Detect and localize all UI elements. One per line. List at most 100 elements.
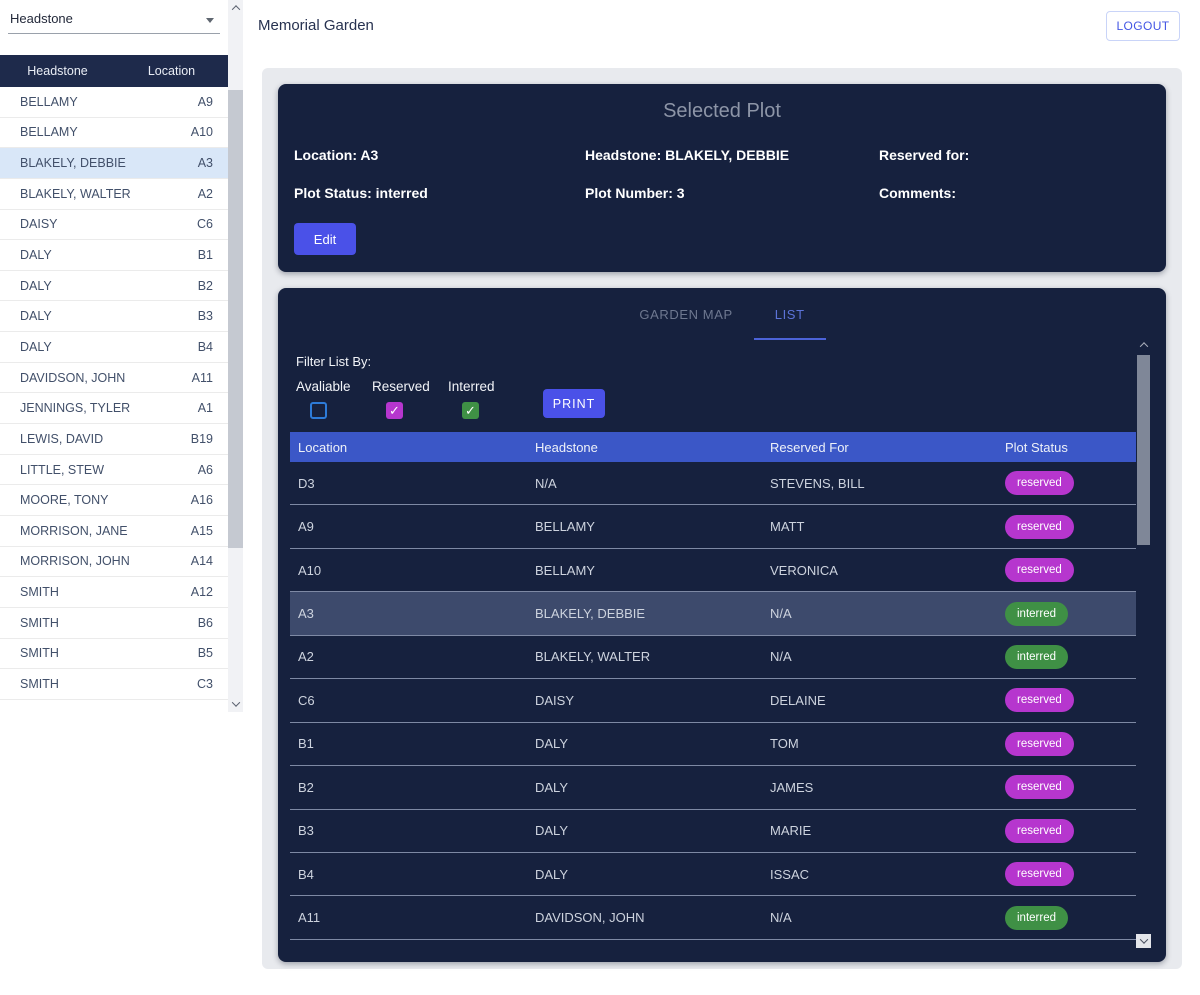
- sidebar-header-headstone[interactable]: Headstone: [0, 64, 115, 78]
- sidebar-table-header: Headstone Location: [0, 55, 228, 87]
- sidebar-row-location: A16: [190, 493, 213, 508]
- sidebar-table-row[interactable]: BLAKELY, DEBBIE A3: [0, 148, 228, 179]
- table-row[interactable]: D3 N/A STEVENS, BILL reserved: [290, 462, 1136, 506]
- sidebar-scrollbar-thumb[interactable]: [228, 90, 243, 548]
- cell-reserved-for: N/A: [770, 910, 792, 926]
- cell-location: A11: [298, 910, 321, 926]
- table-row[interactable]: A11 DAVIDSON, JOHN N/A interred: [290, 896, 1136, 940]
- selected-plot-location: Location: A3: [294, 147, 379, 163]
- scroll-down-icon[interactable]: [228, 696, 243, 712]
- sidebar-table-row[interactable]: LITTLE, STEW A6: [0, 454, 228, 486]
- sidebar-row-list: BELLAMY A9 BELLAMY A10 BLAKELY, DEBBIE A…: [0, 87, 228, 700]
- cell-reserved-for: MARIE: [770, 823, 812, 839]
- scroll-up-icon[interactable]: [228, 0, 243, 16]
- cell-reserved-for: N/A: [770, 606, 792, 622]
- cell-location: B2: [298, 779, 314, 795]
- col-plot-status: Plot Status: [1005, 439, 1068, 455]
- sidebar-table-row[interactable]: SMITH C3: [0, 669, 228, 700]
- edit-button[interactable]: Edit: [294, 223, 356, 255]
- selected-plot-details: Location: A3 Headstone: BLAKELY, DEBBIE …: [294, 147, 1150, 223]
- cell-location: A9: [298, 519, 314, 535]
- scroll-up-icon[interactable]: [1136, 337, 1151, 353]
- sidebar-row-location: A3: [197, 156, 213, 171]
- cell-location: A10: [298, 562, 322, 578]
- status-badge: reserved: [1005, 818, 1074, 843]
- status-badge: interred: [1005, 644, 1068, 669]
- logout-button[interactable]: LOGOUT: [1106, 11, 1180, 41]
- cell-headstone: DALY: [535, 823, 568, 839]
- sidebar-table-row[interactable]: LEWIS, DAVID B19: [0, 424, 228, 455]
- sidebar-row-headstone: SMITH: [20, 615, 59, 630]
- sidebar-table-row[interactable]: DALY B3: [0, 301, 228, 333]
- sort-by-dropdown[interactable]: Headstone: [8, 5, 220, 34]
- table-row[interactable]: B1 DALY TOM reserved: [290, 723, 1136, 767]
- sidebar-row-headstone: MORRISON, JOHN: [20, 554, 130, 569]
- tab-bar: GARDEN MAP LIST: [278, 288, 1166, 340]
- sidebar-table-row[interactable]: SMITH B6: [0, 607, 228, 639]
- status-badge: interred: [1005, 905, 1068, 930]
- sidebar-table-row[interactable]: SMITH A12: [0, 577, 228, 608]
- sidebar-row-headstone: DALY: [20, 309, 52, 324]
- scroll-down-icon[interactable]: [1136, 934, 1151, 948]
- sidebar-header-location[interactable]: Location: [115, 64, 228, 78]
- sidebar-table-row[interactable]: MOORE, TONY A16: [0, 485, 228, 516]
- table-row[interactable]: A10 BELLAMY VERONICA reserved: [290, 549, 1136, 593]
- filter-checkbox[interactable]: [310, 402, 327, 419]
- sidebar-table-row[interactable]: MORRISON, JANE A15: [0, 515, 228, 547]
- tab-garden-map[interactable]: GARDEN MAP: [618, 288, 753, 340]
- tab-list-label: LIST: [774, 306, 805, 322]
- sidebar-row-headstone: SMITH: [20, 676, 59, 691]
- sidebar-table-row[interactable]: JENNINGS, TYLER A1: [0, 393, 228, 425]
- status-badge: reserved: [1005, 514, 1074, 539]
- sidebar-scrollbar[interactable]: [228, 0, 243, 712]
- cell-location: D3: [298, 475, 315, 491]
- cell-reserved-for: JAMES: [770, 779, 814, 795]
- sidebar-row-headstone: BLAKELY, WALTER: [20, 186, 131, 201]
- cell-headstone: DALY: [535, 736, 568, 752]
- selected-plot-title: Selected Plot: [663, 100, 781, 122]
- status-badge: reserved: [1005, 688, 1074, 713]
- sidebar-table-row[interactable]: DAISY C6: [0, 209, 228, 241]
- sidebar-table-row[interactable]: DALY B2: [0, 270, 228, 302]
- sidebar-row-headstone: SMITH: [20, 585, 59, 600]
- table-row[interactable]: A9 BELLAMY MATT reserved: [290, 505, 1136, 549]
- list-scrollbar-thumb[interactable]: [1137, 355, 1150, 545]
- print-button[interactable]: PRINT: [543, 389, 605, 418]
- cell-location: A2: [298, 649, 314, 665]
- list-scrollbar[interactable]: [1136, 337, 1151, 948]
- sidebar-row-headstone: MORRISON, JANE: [20, 523, 128, 538]
- status-badge: interred: [1005, 601, 1068, 626]
- table-row[interactable]: B2 DALY JAMES reserved: [290, 766, 1136, 810]
- sidebar-table-row[interactable]: BELLAMY A9: [0, 87, 228, 118]
- cell-reserved-for: VERONICA: [770, 562, 838, 578]
- cell-location: C6: [298, 692, 315, 708]
- sidebar-row-headstone: DAVIDSON, JOHN: [20, 370, 126, 385]
- content-panel: Selected Plot Location: A3 Headstone: BL…: [262, 68, 1182, 969]
- sidebar-row-location: B5: [197, 646, 213, 661]
- sidebar-row-location: C6: [197, 217, 213, 232]
- selected-plot-reserved-for: Reserved for:: [879, 147, 970, 163]
- list-table-body: D3 N/A STEVENS, BILL reserved A9 BELLAMY…: [290, 462, 1136, 940]
- filter-option: Avaliable: [296, 379, 372, 419]
- chevron-down-icon: [206, 18, 214, 23]
- sidebar-table-row[interactable]: DALY B1: [0, 240, 228, 271]
- table-row[interactable]: A3 BLAKELY, DEBBIE N/A interred: [290, 592, 1136, 636]
- filter-checkbox[interactable]: ✓: [462, 402, 479, 419]
- sidebar-table-row[interactable]: SMITH B5: [0, 638, 228, 670]
- table-row[interactable]: C6 DAISY DELAINE reserved: [290, 679, 1136, 723]
- sidebar-table-row[interactable]: BLAKELY, WALTER A2: [0, 178, 228, 210]
- sidebar-table-row[interactable]: DALY B4: [0, 332, 228, 363]
- table-row[interactable]: A2 BLAKELY, WALTER N/A interred: [290, 636, 1136, 680]
- plot-list-card: GARDEN MAP LIST Filter List By: Avaliabl…: [278, 288, 1166, 962]
- cell-headstone: BELLAMY: [535, 562, 595, 578]
- filter-checkbox[interactable]: ✓: [386, 402, 403, 419]
- selected-plot-status: Plot Status: interred: [294, 185, 428, 201]
- status-badge: reserved: [1005, 775, 1074, 800]
- tab-list[interactable]: LIST: [753, 288, 826, 340]
- sidebar-row-location: A14: [190, 554, 213, 569]
- sidebar-table-row[interactable]: BELLAMY A10: [0, 117, 228, 149]
- table-row[interactable]: B4 DALY ISSAC reserved: [290, 853, 1136, 897]
- table-row[interactable]: B3 DALY MARIE reserved: [290, 810, 1136, 853]
- sidebar-table-row[interactable]: MORRISON, JOHN A14: [0, 546, 228, 578]
- sidebar-table-row[interactable]: DAVIDSON, JOHN A11: [0, 362, 228, 394]
